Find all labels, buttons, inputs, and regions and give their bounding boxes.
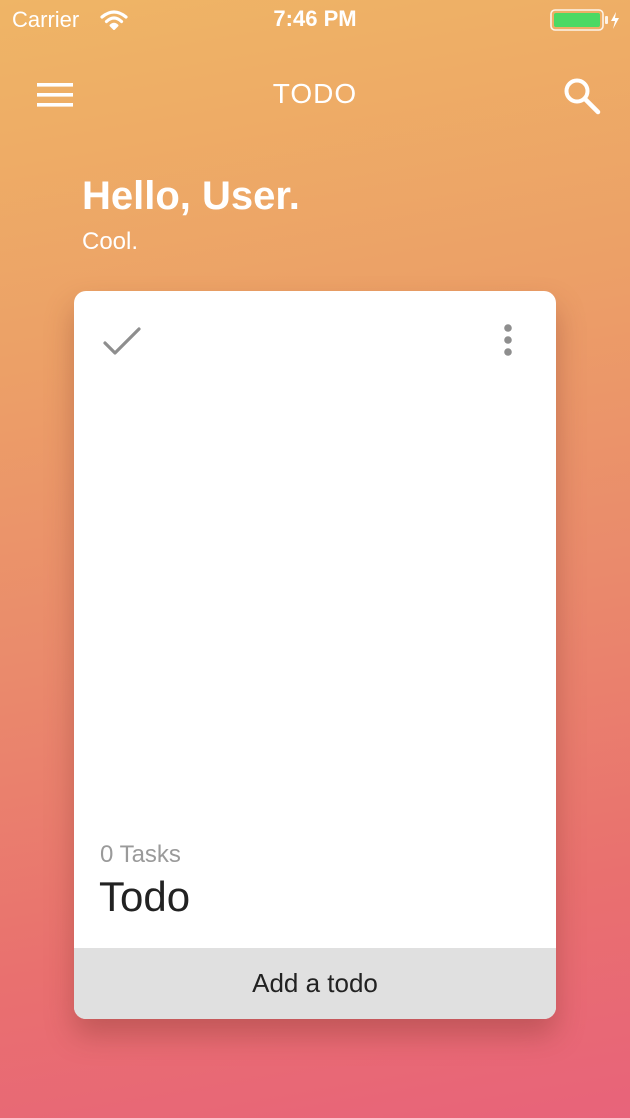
status-bar: Carrier 7:46 PM [0, 0, 630, 40]
battery-icon [550, 9, 619, 31]
app-title: TODO [272, 78, 358, 109]
list-title: Todo [99, 873, 191, 920]
search-icon[interactable] [562, 76, 602, 116]
add-todo-button[interactable]: Add a todo [74, 948, 556, 1019]
checkmark-icon[interactable] [102, 325, 142, 359]
todo-list-card[interactable]: 0 Tasks Todo Add a todo [74, 291, 556, 1019]
task-count: 0 Tasks [100, 841, 181, 868]
greeting-title: Hello, User. [82, 174, 300, 218]
greeting-subtitle: Cool. [82, 228, 139, 255]
status-time: 7:46 PM [273, 6, 357, 31]
more-vertical-icon[interactable] [500, 323, 516, 359]
